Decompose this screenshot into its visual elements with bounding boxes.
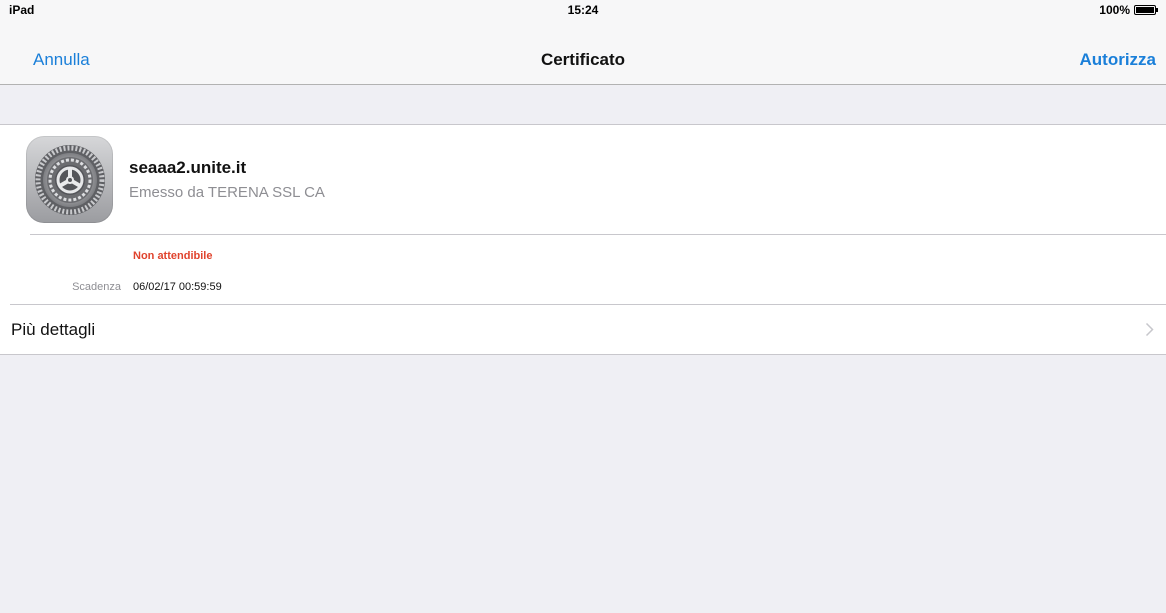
settings-gear-icon [26, 136, 113, 223]
divider [30, 234, 1166, 235]
page-title: Certificato [540, 50, 626, 69]
more-details-label: Più dettagli [11, 320, 96, 339]
status-bar: iPad 15:24 100% [0, 0, 1166, 20]
certificate-header: seaaa2.unite.it Emesso da TERENA SSL CA [0, 125, 1166, 234]
status-time: 15:24 [567, 3, 599, 17]
battery-status: 100% [1099, 3, 1158, 17]
battery-full-icon [1134, 5, 1158, 15]
cancel-button[interactable]: Annulla [33, 50, 90, 70]
expiry-value: 06/02/17 00:59:59 [133, 281, 222, 293]
more-details-row[interactable]: Più dettagli [0, 305, 1166, 355]
chevron-right-icon [1145, 322, 1154, 342]
certificate-issuer: Emesso da TERENA SSL CA [129, 184, 325, 201]
trust-status: Non attendibile [133, 250, 213, 262]
certificate-screen: iPad 15:24 100% Annulla Certificato Auto… [0, 0, 1166, 613]
authorize-button[interactable]: Autorizza [1080, 50, 1157, 70]
battery-percent: 100% [1099, 3, 1130, 17]
top-bar: iPad 15:24 100% Annulla Certificato Auto… [0, 0, 1166, 85]
certificate-card: seaaa2.unite.it Emesso da TERENA SSL CA … [0, 124, 1166, 355]
certificate-name: seaaa2.unite.it [129, 158, 247, 177]
expiry-label: Scadenza [72, 281, 121, 293]
